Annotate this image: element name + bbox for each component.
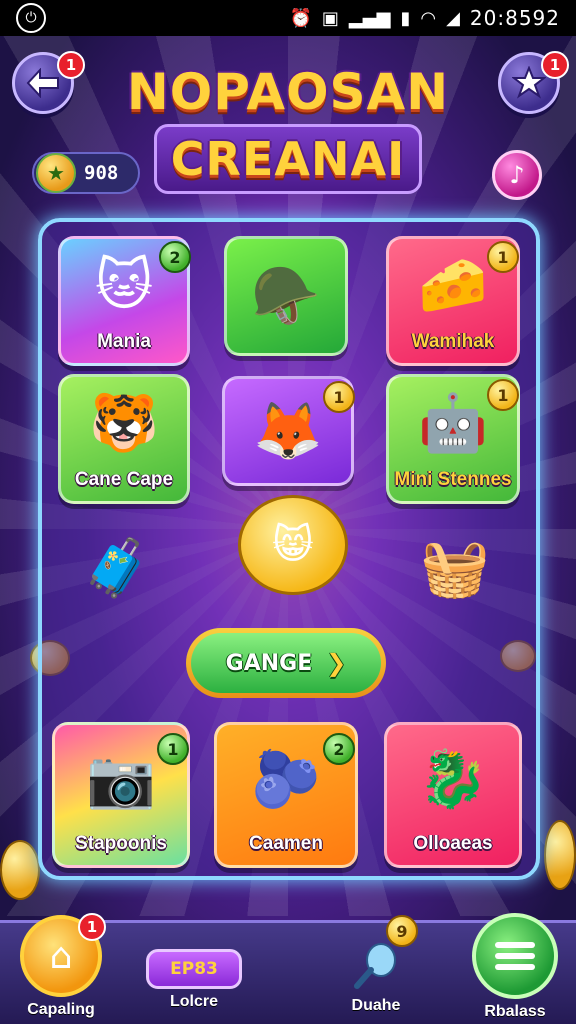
chevron-right-icon: ❯	[326, 649, 347, 677]
coin-decoration	[0, 840, 40, 900]
play-button[interactable]: GANGE ❯	[186, 628, 386, 698]
music-button[interactable]: ♪	[492, 150, 542, 200]
tile-wamihak[interactable]: 🧀 Wamihak 1	[386, 236, 520, 366]
toy-robot-icon: 🤖	[418, 391, 488, 456]
tile-cane-cape[interactable]: 🐯 Cane Cape	[58, 374, 190, 504]
pink-fox-icon: 🦊	[253, 399, 323, 464]
level-pill: EP83	[146, 949, 242, 989]
golden-helmet-icon: 🪖	[251, 264, 321, 329]
tile-label: Mania	[97, 331, 151, 352]
game-title: NOPAOSAN CREANAI	[112, 60, 464, 210]
nav-item-duahe[interactable]: Duahe 9	[346, 915, 418, 1015]
tile-label: Mini Stennes	[394, 469, 512, 490]
tile-badge: 1	[487, 241, 519, 273]
nav-label: Duahe	[351, 997, 401, 1014]
signal-strength-icon: ◢	[446, 7, 460, 29]
tile-badge: 1	[487, 379, 519, 411]
tile-caamen[interactable]: 🫐 Caamen 2	[214, 722, 358, 868]
back-button[interactable]: 1	[12, 51, 85, 114]
menu-icon	[472, 913, 558, 999]
alarm-icon: ⏰	[289, 7, 312, 29]
red-padlock-icon: 🧳	[82, 536, 152, 601]
nav-label: Capaling	[27, 1001, 95, 1018]
sim-icon: ▣	[321, 7, 339, 29]
coin-value: 908	[84, 162, 119, 184]
tile-label: Cane Cape	[74, 469, 174, 490]
notification-badge: 1	[78, 913, 106, 941]
nav-label: Rbalass	[484, 1003, 546, 1020]
notification-badge: 1	[57, 51, 85, 79]
camera-toy-icon: 📷	[86, 747, 156, 812]
wifi-icon: ◠	[420, 7, 437, 29]
tile-label: Stapoonis	[75, 833, 167, 854]
nav-item-capaling[interactable]: ⌂ Capaling 1	[20, 913, 106, 1019]
gold-bar-icon: 🧀	[418, 253, 488, 318]
status-time: 20:8592	[469, 6, 560, 30]
favorites-button[interactable]: 1	[498, 51, 569, 114]
coin-counter[interactable]: ★ 908	[32, 152, 140, 194]
tile-badge: 2	[159, 241, 191, 273]
tile-golden-helmet[interactable]: 🪖	[224, 236, 348, 356]
tile-candy-basket[interactable]: 🧺	[400, 518, 510, 618]
notification-badge: 9	[386, 915, 418, 947]
tile-badge: 1	[157, 733, 189, 765]
pink-cat-icon: 🐱	[94, 252, 154, 318]
purple-blob-icon: 🫐	[251, 747, 321, 812]
title-line-2: CREANAI	[153, 124, 423, 194]
music-note-icon: ♪	[509, 161, 525, 189]
power-icon: ⏻	[16, 3, 46, 33]
tile-badge: 2	[323, 733, 355, 765]
title-line-1: NOPAOSAN	[126, 63, 450, 121]
tile-label: Olloaeas	[413, 833, 493, 854]
tile-olloaeas[interactable]: 🐉 Olloaeas	[384, 722, 522, 868]
star-icon	[512, 66, 546, 99]
tile-mania[interactable]: 🐱 Mania 2	[58, 236, 191, 366]
signal-icon: ▂▄▆	[348, 7, 391, 29]
candy-basket-icon: 🧺	[420, 536, 490, 601]
nav-item-lolcre[interactable]: EP83 Lolcre	[146, 923, 242, 1011]
tile-label: Caamen	[249, 833, 323, 854]
tile-mini-stennes[interactable]: 🤖 Mini Stennes 1	[386, 374, 520, 504]
coin-decoration	[544, 820, 576, 890]
status-bar: ⏻ ⏰ ▣ ▂▄▆ ▮ ◠ ◢ 20:8592	[0, 0, 576, 36]
tile-label: Wamihak	[411, 331, 495, 352]
bottom-nav: ⌂ Capaling 1 EP83 Lolcre Duahe 9 Rbalass	[0, 913, 576, 1024]
coin-icon: ★	[36, 153, 76, 193]
tile-padlock[interactable]: 🧳	[62, 518, 172, 618]
nav-item-rbalass[interactable]: Rbalass	[472, 913, 558, 1021]
tile-stapoonis[interactable]: 📷 Stapoonis 1	[52, 722, 190, 868]
play-button-label: GANGE	[225, 650, 313, 676]
hero-cat-icon: 😸	[238, 495, 348, 595]
notification-badge: 1	[541, 51, 569, 79]
battery-icon: ▮	[400, 7, 411, 29]
tile-badge: 1	[323, 381, 355, 413]
hero-character[interactable]: 😸	[208, 470, 378, 620]
back-arrow-icon	[26, 68, 59, 98]
orange-cat-with-box-icon: 🐯	[89, 391, 159, 456]
nav-label: Lolcre	[169, 993, 218, 1010]
golden-dragon-icon: 🐉	[418, 747, 488, 812]
